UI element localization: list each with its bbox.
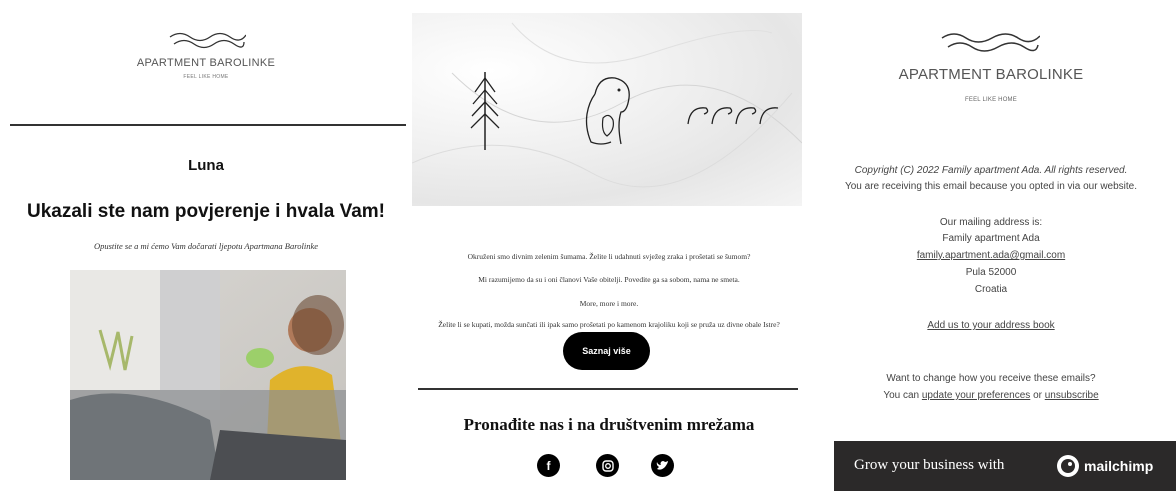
change-prefs-text: Want to change how you receive these ema… [886, 373, 1096, 384]
welcome-photo [70, 270, 346, 480]
welcome-subtitle: Opustite se a mi ćemo Vam dočarati ljepo… [93, 241, 319, 251]
or-text: or [1033, 390, 1042, 401]
social-heading: Pronađite nas i na društvenim mrežama [463, 415, 755, 434]
thanks-heading: Ukazali ste nam povjerenje i hvala Vam! [27, 201, 385, 222]
mailchimp-text: Grow your business with [854, 457, 1005, 473]
you-can-text: You can [883, 390, 920, 401]
address-name: Family apartment Ada [942, 233, 1040, 244]
dog-icon [585, 77, 630, 145]
address-country: Croatia [974, 284, 1008, 295]
mailchimp-banner[interactable]: Grow your business with mailchimp [834, 441, 1176, 491]
mailchimp-logo-icon [1057, 455, 1079, 477]
brand-tagline: FEEL LIKE HOME [965, 97, 1017, 103]
learn-more-button[interactable]: Saznaj više [563, 332, 650, 370]
brand-name: APARTMENT BAROLINKE [136, 57, 276, 69]
facebook-icon[interactable]: f [537, 454, 560, 477]
paragraph-sea: More, more i more. [579, 299, 639, 308]
brand-tagline: FEEL LIKE HOME [183, 74, 229, 80]
twitter-icon[interactable] [651, 454, 674, 477]
divider [10, 124, 406, 126]
copyright-text: Copyright (C) 2022 Family apartment Ada.… [854, 165, 1128, 176]
paragraph-pets: Mi razumijemo da su i oni članovi Vaše o… [478, 275, 740, 284]
email-panel-content: Okruženi smo divnim zelenim šumama. Želi… [411, 0, 806, 491]
address-city: Pula 52000 [965, 267, 1017, 278]
email-panel-welcome: APARTMENT BAROLINKE FEEL LIKE HOME Luna … [0, 0, 412, 491]
unsubscribe-link[interactable]: unsubscribe [1045, 390, 1099, 401]
waves-icon [687, 107, 779, 125]
email-panel-footer: APARTMENT BAROLINKE FEEL LIKE HOME Copyr… [806, 0, 1176, 491]
divider [418, 388, 798, 390]
add-address-book-link[interactable]: Add us to your address book [806, 319, 1176, 333]
paragraph-swim: Želite li se kupati, možda sunčati ili i… [438, 320, 780, 329]
recipient-name: Luna [188, 157, 224, 174]
wave-logo-icon [941, 33, 1040, 52]
tree-icon [470, 72, 500, 150]
wave-logo-icon [169, 32, 246, 49]
paragraph-forest: Okruženi smo divnim zelenim šumama. Želi… [467, 252, 751, 261]
mailchimp-brand: mailchimp [1084, 458, 1154, 474]
instagram-icon[interactable] [596, 454, 619, 477]
address-heading: Our mailing address is: [939, 217, 1043, 228]
opt-in-text: You are receiving this email because you… [844, 181, 1138, 192]
brand-name: APARTMENT BAROLINKE [898, 66, 1084, 83]
update-preferences-link[interactable]: update your preferences [922, 390, 1030, 401]
address-email-link[interactable]: family.apartment.ada@gmail.com [806, 249, 1176, 263]
prefs-line: You can update your preferences or unsub… [806, 389, 1176, 403]
